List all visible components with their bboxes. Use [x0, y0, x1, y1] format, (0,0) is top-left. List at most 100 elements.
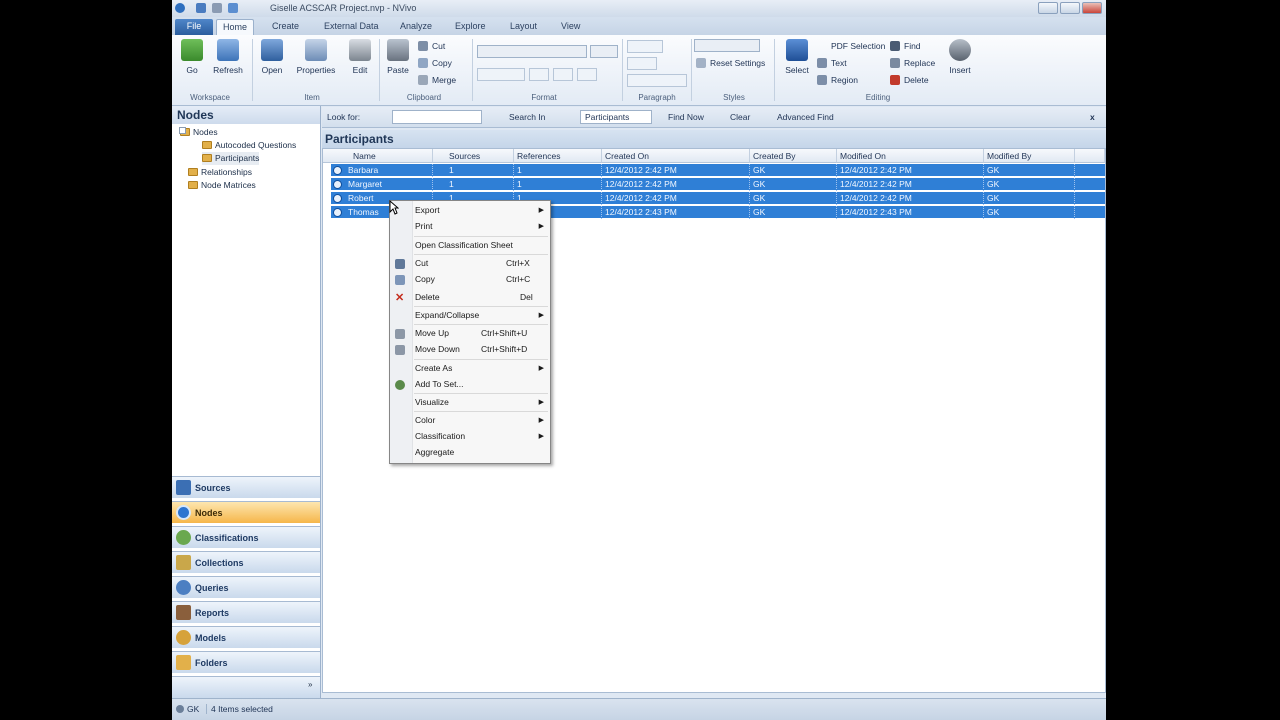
delete-button[interactable]: Delete	[890, 73, 929, 87]
collapse-icon[interactable]	[179, 127, 186, 134]
menu-item-copy[interactable]: Copy Ctrl+C	[390, 272, 550, 287]
nav-button-classifications[interactable]: Classifications	[172, 526, 320, 548]
column-header-created-by[interactable]: Created By	[750, 149, 837, 163]
open-button[interactable]: Open	[252, 39, 292, 75]
nav-button-folders[interactable]: Folders	[172, 651, 320, 673]
nav-button-sources[interactable]: Sources	[172, 476, 320, 498]
refresh-button[interactable]: Refresh	[208, 39, 248, 75]
relationship-icon	[188, 168, 198, 176]
clear-format-button[interactable]	[577, 68, 597, 81]
font-name-combo[interactable]	[477, 45, 587, 58]
replace-button[interactable]: Replace	[890, 56, 935, 70]
maximize-button[interactable]	[1060, 2, 1080, 14]
tree-item-participants[interactable]: Participants	[202, 152, 260, 165]
highlight-button[interactable]	[553, 68, 573, 81]
tab-analyze[interactable]: Analyze	[394, 19, 438, 35]
find-now-button[interactable]: Find Now	[668, 112, 704, 122]
pdf-selection-button[interactable]: PDF Selection	[817, 39, 885, 53]
tab-explore[interactable]: Explore	[449, 19, 492, 35]
group-label-clipboard: Clipboard	[406, 93, 442, 102]
font-size-combo[interactable]	[590, 45, 618, 58]
reset-settings-button[interactable]: Reset Settings	[696, 56, 765, 70]
tree-item-relationships[interactable]: Relationships	[188, 166, 252, 179]
menu-item-add-to-set[interactable]: Add To Set...	[390, 377, 550, 392]
nav-button-models[interactable]: Models	[172, 626, 320, 648]
tree-item-node-matrices[interactable]: Node Matrices	[188, 179, 256, 192]
tab-file[interactable]: File	[175, 19, 213, 35]
font-color-button[interactable]	[529, 68, 549, 81]
search-scope-field[interactable]: Participants	[580, 110, 652, 124]
edit-icon[interactable]	[212, 3, 222, 13]
menu-item-export[interactable]: Export ▶	[390, 203, 550, 218]
tab-layout[interactable]: Layout	[504, 19, 543, 35]
cut-button[interactable]: Cut	[418, 39, 445, 53]
menu-item-shortcut: Del	[520, 292, 533, 302]
advanced-find-button[interactable]: Advanced Find	[777, 112, 834, 122]
binoculars-icon	[890, 41, 900, 51]
paste-button[interactable]: Paste	[378, 39, 418, 75]
table-row[interactable]: Margaret 1 1 12/4/2012 2:42 PM GK 12/4/2…	[331, 178, 1105, 191]
tab-view[interactable]: View	[555, 19, 586, 35]
menu-item-move-up[interactable]: Move Up Ctrl+Shift+U	[390, 326, 550, 341]
copy-button[interactable]: Copy	[418, 56, 452, 70]
menu-item-color[interactable]: Color ▶	[390, 413, 550, 428]
close-window-button[interactable]	[1082, 2, 1102, 14]
tree-item-autocoded-questions[interactable]: Autocoded Questions	[202, 139, 296, 152]
nav-button-queries[interactable]: Queries	[172, 576, 320, 598]
nav-button-reports[interactable]: Reports	[172, 601, 320, 623]
styles-combo[interactable]	[694, 39, 760, 52]
look-for-input[interactable]	[392, 110, 482, 124]
menu-item-visualize[interactable]: Visualize ▶	[390, 395, 550, 410]
region-button[interactable]: Region	[817, 73, 858, 87]
tab-home[interactable]: Home	[216, 19, 255, 35]
clear-button[interactable]: Clear	[730, 112, 750, 122]
menu-item-label: Cut	[415, 258, 429, 268]
menu-item-create-as[interactable]: Create As ▶	[390, 361, 550, 376]
menu-item-shortcut: Ctrl+Shift+D	[481, 344, 528, 354]
table-row[interactable]: Barbara 1 1 12/4/2012 2:42 PM GK 12/4/20…	[331, 164, 1105, 177]
edit-button[interactable]: Edit	[340, 39, 380, 75]
menu-item-aggregate[interactable]: Aggregate	[390, 445, 550, 460]
tab-create[interactable]: Create	[266, 19, 305, 35]
properties-button[interactable]: Properties	[296, 39, 336, 75]
ribbon-separator	[691, 39, 692, 101]
text-label: Text	[831, 58, 847, 68]
menu-item-cut[interactable]: Cut Ctrl+X	[390, 256, 550, 271]
tab-external-data[interactable]: External Data	[318, 19, 385, 35]
search-in-dropdown[interactable]: Search In	[509, 112, 545, 122]
menu-item-move-down[interactable]: Move Down Ctrl+Shift+D	[390, 342, 550, 357]
select-button[interactable]: Select	[777, 39, 817, 75]
paragraph-list-button[interactable]	[627, 40, 663, 53]
menu-item-delete[interactable]: ✕ Delete Del	[390, 290, 550, 305]
paragraph-align-button[interactable]	[627, 74, 687, 87]
column-header-modified-by[interactable]: Modified By	[984, 149, 1075, 163]
configure-nav-chevron-icon[interactable]: »	[308, 680, 312, 689]
undo-icon[interactable]	[228, 3, 238, 13]
menu-item-label: Add To Set...	[415, 379, 464, 389]
go-button[interactable]: Go	[172, 39, 212, 75]
column-header-sources[interactable]: Sources	[433, 149, 514, 163]
column-header-created-on[interactable]: Created On	[602, 149, 750, 163]
nav-button-collections[interactable]: Collections	[172, 551, 320, 573]
column-header-name[interactable]: Name	[323, 149, 433, 163]
column-header-references[interactable]: References	[514, 149, 602, 163]
menu-item-expand-collapse[interactable]: Expand/Collapse ▶	[390, 308, 550, 323]
column-chooser-icon[interactable]	[1075, 149, 1105, 163]
close-find-bar-button[interactable]: x	[1090, 112, 1095, 122]
menu-item-classification[interactable]: Classification ▶	[390, 429, 550, 444]
minimize-button[interactable]	[1038, 2, 1058, 14]
paragraph-indent-button[interactable]	[627, 57, 657, 70]
find-label: Find	[904, 41, 921, 51]
refresh-icon	[217, 39, 239, 61]
save-icon[interactable]	[196, 3, 206, 13]
region-icon	[817, 75, 827, 85]
column-header-modified-on[interactable]: Modified On	[837, 149, 984, 163]
menu-item-open-classification-sheet[interactable]: Open Classification Sheet	[390, 238, 550, 253]
insert-button[interactable]: Insert	[940, 39, 980, 75]
nav-button-nodes[interactable]: Nodes	[172, 501, 320, 523]
find-button[interactable]: Find	[890, 39, 921, 53]
menu-item-print[interactable]: Print ▶	[390, 219, 550, 234]
text-button[interactable]: Text	[817, 56, 847, 70]
merge-button[interactable]: Merge	[418, 73, 456, 87]
font-style-buttons[interactable]	[477, 68, 525, 81]
